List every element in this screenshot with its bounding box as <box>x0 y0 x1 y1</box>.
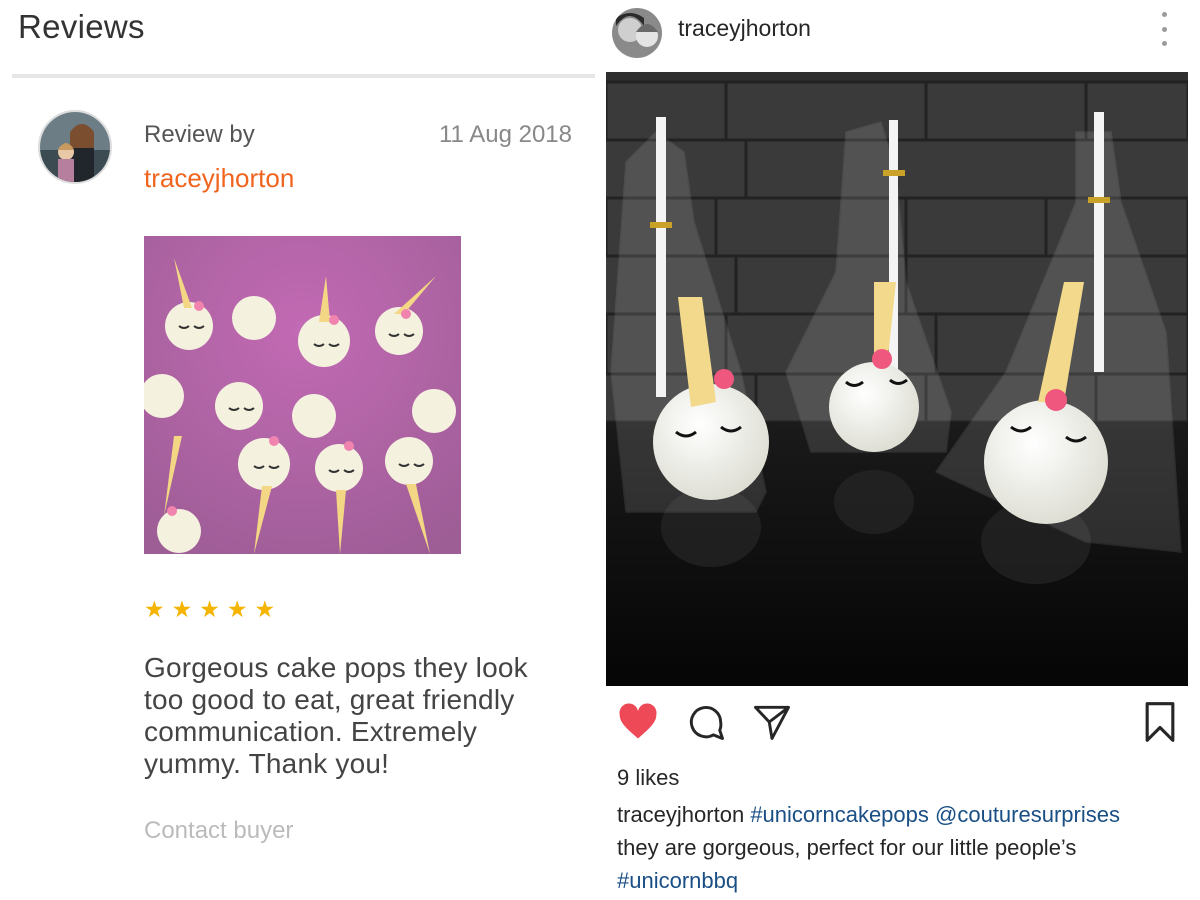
hashtag-link[interactable]: #unicorncakepops <box>750 802 929 827</box>
caption-username[interactable]: traceyjhorton <box>617 802 744 827</box>
ig-username-link[interactable]: traceyjhorton <box>678 15 811 42</box>
hashtag-link[interactable]: #unicornbbq <box>617 868 738 893</box>
ig-avatar[interactable] <box>612 8 662 58</box>
more-vertical-icon[interactable] <box>1156 12 1172 46</box>
post-actions <box>600 700 1200 750</box>
caption-text: they are gorgeous, perfect for our littl… <box>617 835 1077 860</box>
review-date: 11 Aug 2018 <box>438 121 572 148</box>
bookmark-icon[interactable] <box>1140 700 1180 749</box>
review-text: Gorgeous cake pops they look too good to… <box>144 652 528 779</box>
post-photo[interactable] <box>606 72 1188 686</box>
share-icon[interactable] <box>750 700 794 749</box>
post-caption: traceyjhorton #unicorncakepops @coutures… <box>617 798 1187 897</box>
comment-icon[interactable] <box>684 700 728 749</box>
page-title: Reviews <box>18 8 145 45</box>
star-icon: ★ <box>144 596 165 622</box>
rating-stars: ★ ★ ★ ★ ★ <box>144 596 275 623</box>
star-icon: ★ <box>254 596 276 622</box>
star-icon: ★ <box>226 596 248 622</box>
mention-link[interactable]: @couturesurprises <box>935 802 1120 827</box>
review-by-label: Review by <box>144 121 255 148</box>
heart-icon[interactable] <box>616 700 660 749</box>
review-photo[interactable] <box>144 236 461 554</box>
divider <box>12 74 595 78</box>
reviewer-avatar[interactable] <box>38 110 112 184</box>
star-icon: ★ <box>199 596 220 622</box>
contact-buyer-link[interactable]: Contact buyer <box>144 817 293 845</box>
instagram-post: traceyjhorton 9 likes traceyjhorton #uni… <box>600 0 1200 900</box>
star-icon: ★ <box>171 596 193 622</box>
reviewer-username-link[interactable]: traceyjhorton <box>144 163 294 194</box>
review-panel: Reviews Review by traceyjhorton 11 Aug 2… <box>0 0 600 900</box>
likes-count[interactable]: 9 likes <box>617 765 679 791</box>
